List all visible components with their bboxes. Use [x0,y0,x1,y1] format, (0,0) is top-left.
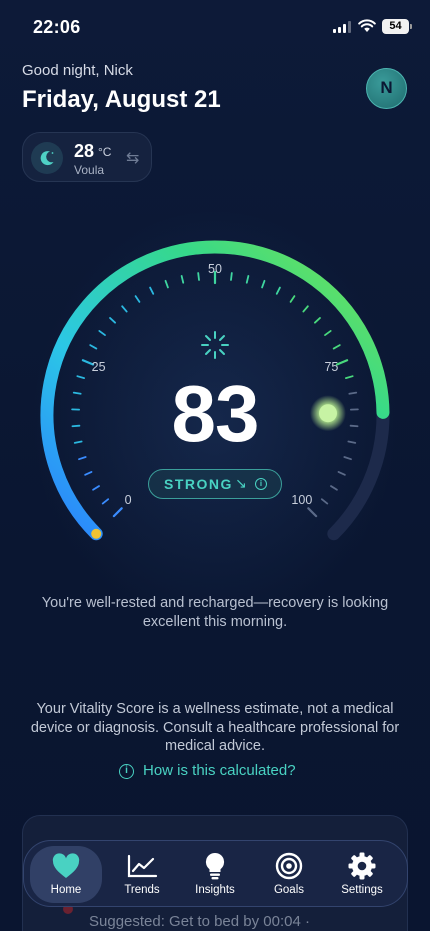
gauge-tick [337,471,346,476]
gauge-tick [313,317,321,324]
tab-insights[interactable]: Insights [179,846,251,903]
gauge-tick [261,279,266,289]
suggestion-text: Suggested: Get to bed by 00:04 · [89,913,310,930]
weather-unit: °C [98,145,112,159]
swap-icon[interactable]: ⇆ [126,148,139,168]
gauge-tick [92,485,100,491]
vitality-score: 83 [171,369,260,458]
gauge-start-dot [91,528,102,539]
gauge-tick [330,485,338,491]
wifi-icon [358,19,376,32]
gauge-tick [324,330,332,336]
weather-temperature: 28 [74,141,95,161]
gauge-tick [289,295,296,303]
gauge-tick [101,498,110,505]
tab-goals-label: Goals [273,884,305,896]
tab-trends[interactable]: Trends [106,846,178,903]
status-time: 22:06 [33,17,81,37]
status-badge[interactable]: STRONG ↘ i [148,469,282,499]
gauge-tick [149,286,155,295]
target-icon [253,852,325,880]
sparkle-icon [201,331,229,359]
heart-icon [30,852,102,880]
gauge-tick [180,275,185,284]
tick-label-0: 0 [125,493,132,507]
trend-down-icon: ↘ [235,475,247,491]
gauge-tick [275,286,281,295]
greeting-text: Good night, Nick [22,62,133,79]
how-calculated-label: How is this calculated? [143,762,296,779]
gauge-tick [302,305,309,313]
tab-settings[interactable]: Settings [326,846,398,903]
lightbulb-icon [179,852,251,880]
tick-label-50: 50 [208,262,222,276]
recovery-message: You're well-rested and recharged—recover… [41,595,389,630]
tab-insights-label: Insights [195,884,235,896]
tab-trends-label: Trends [124,884,160,896]
weather-location: Voula [74,163,105,177]
gauge-tick [307,507,318,518]
battery-icon: 54 [382,19,412,34]
gauge-tick [335,359,349,366]
info-icon: i [119,764,134,779]
gauge-tick [98,330,106,336]
tick-label-100: 100 [291,493,312,507]
gauge-tick [197,272,200,281]
status-bar: 22:06 54 [0,0,430,54]
gauge-tick [320,498,329,505]
moon-icon [31,142,63,174]
gauge-tick [332,344,341,350]
tab-goals[interactable]: Goals [253,846,325,903]
trend-chart-icon [106,852,178,880]
tab-home[interactable]: Home [30,846,102,903]
gauge-tick [112,507,123,518]
tab-bar: Home Trends Insights Goals Settings [23,840,408,907]
signal-icon [333,21,351,33]
page-title: Friday, August 21 [22,86,221,113]
gauge-tick [121,305,128,313]
gear-icon [326,852,398,880]
tab-home-label: Home [50,884,82,896]
tab-settings-label: Settings [341,884,383,896]
gauge-tick [134,295,141,303]
gauge-tick [230,272,233,281]
info-icon: i [255,478,267,490]
avatar[interactable]: N [366,68,407,109]
gauge-tick [109,317,117,324]
weather-pill[interactable]: 28 °C Voula ⇆ [22,132,152,182]
status-badge-label: STRONG [164,476,233,492]
gauge-tick [89,344,98,350]
gauge-tick [164,279,169,289]
disclaimer-text: Your Vitality Score is a wellness estima… [30,701,400,754]
gauge-tick [245,275,250,284]
gauge-tick [84,471,93,476]
